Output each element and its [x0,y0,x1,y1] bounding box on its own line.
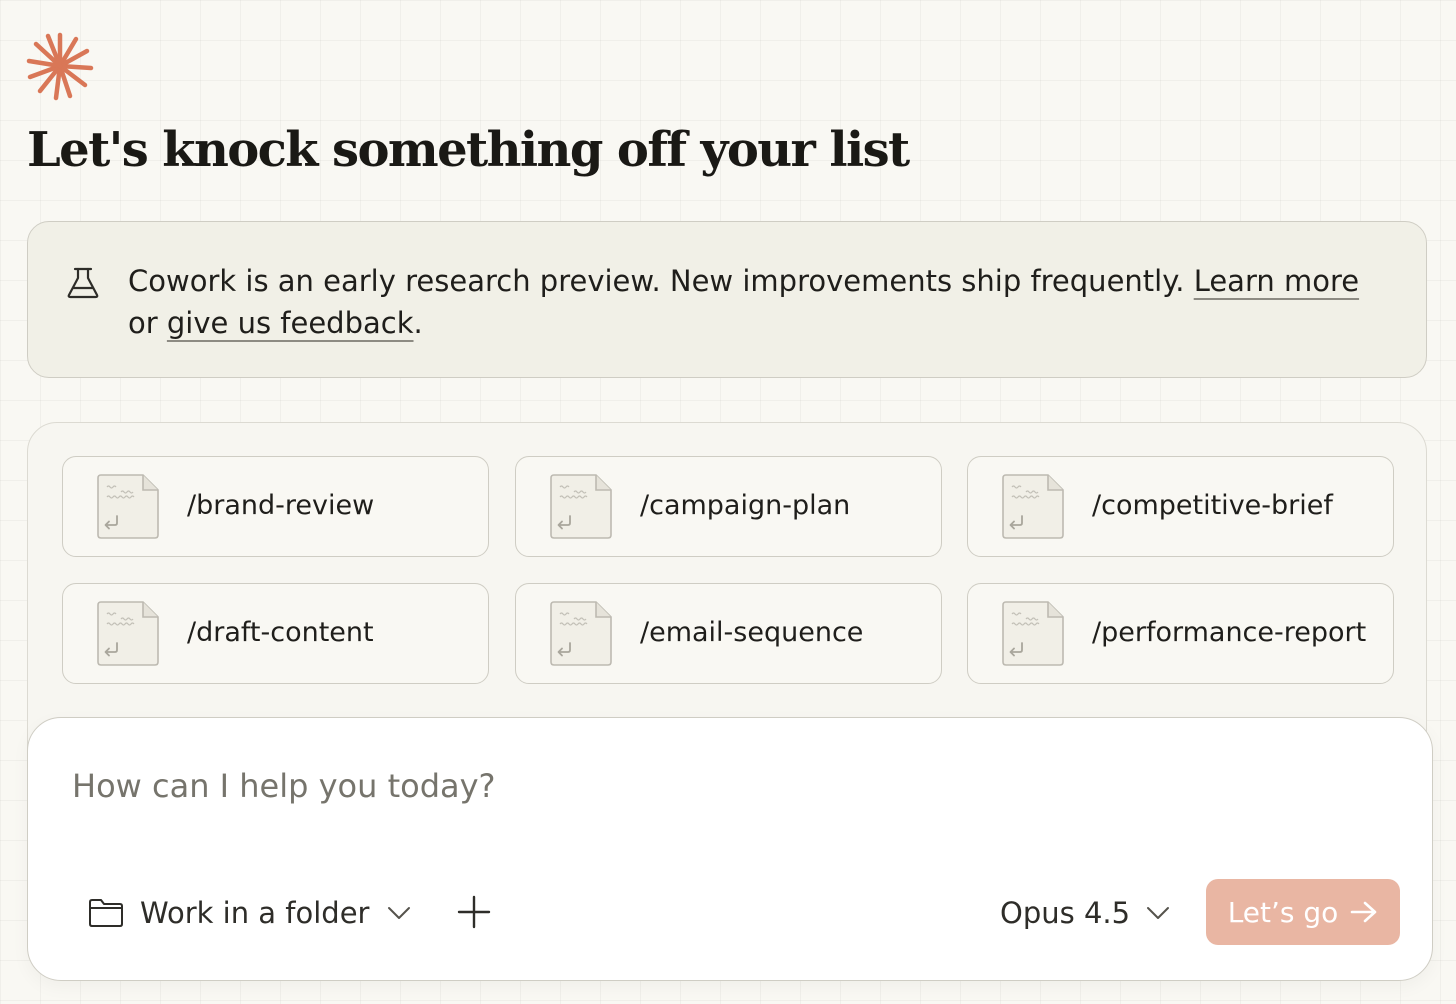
skill-label: /email-sequence [640,617,864,648]
model-label: Opus 4.5 [1000,896,1131,930]
plus-icon[interactable] [456,894,492,930]
research-preview-notice: Cowork is an early research preview. New… [27,221,1427,378]
skill-label: /draft-content [187,617,374,648]
notice-period: . [413,306,423,340]
skill-card-campaign-plan[interactable]: /campaign-plan [515,456,942,557]
submit-button[interactable]: Let’s go [1206,879,1400,945]
folder-label: Work in a folder [140,896,370,930]
flask-icon [67,267,99,299]
skill-label: /brand-review [187,490,375,521]
skill-card-brand-review[interactable]: /brand-review [62,456,489,557]
notice-message: Cowork is an early research preview. New… [128,264,1185,298]
document-icon [1002,601,1064,666]
page-title: Let's knock something off your list [27,122,910,178]
prompt-input[interactable] [72,762,1372,810]
learn-more-link[interactable]: Learn more [1194,264,1359,298]
arrow-right-icon [1350,901,1377,923]
document-icon [97,601,159,666]
chevron-down-icon [1147,907,1170,919]
document-icon [97,474,159,539]
folder-icon [89,899,123,927]
submit-label: Let’s go [1227,895,1339,929]
skill-card-draft-content[interactable]: /draft-content [62,583,489,684]
work-in-folder-button[interactable]: Work in a folder [88,891,411,935]
chevron-down-icon [388,907,411,919]
notice-or: or [128,306,158,340]
skill-card-email-sequence[interactable]: /email-sequence [515,583,942,684]
document-icon [550,601,612,666]
document-icon [550,474,612,539]
notice-text: Cowork is an early research preview. New… [128,260,1388,344]
model-selector[interactable]: Opus 4.5 [1000,891,1170,935]
skill-label: /campaign-plan [640,490,851,521]
skill-label: /performance-report [1092,617,1367,648]
sparkle-logo-icon [26,32,94,101]
feedback-link[interactable]: give us feedback [167,306,414,340]
skill-label: /competitive-brief [1092,490,1333,521]
skill-card-performance-report[interactable]: /performance-report [967,583,1394,684]
document-icon [1002,474,1064,539]
skill-card-competitive-brief[interactable]: /competitive-brief [967,456,1394,557]
composer: Work in a folder Opus 4.5 Let’s go [27,717,1433,981]
